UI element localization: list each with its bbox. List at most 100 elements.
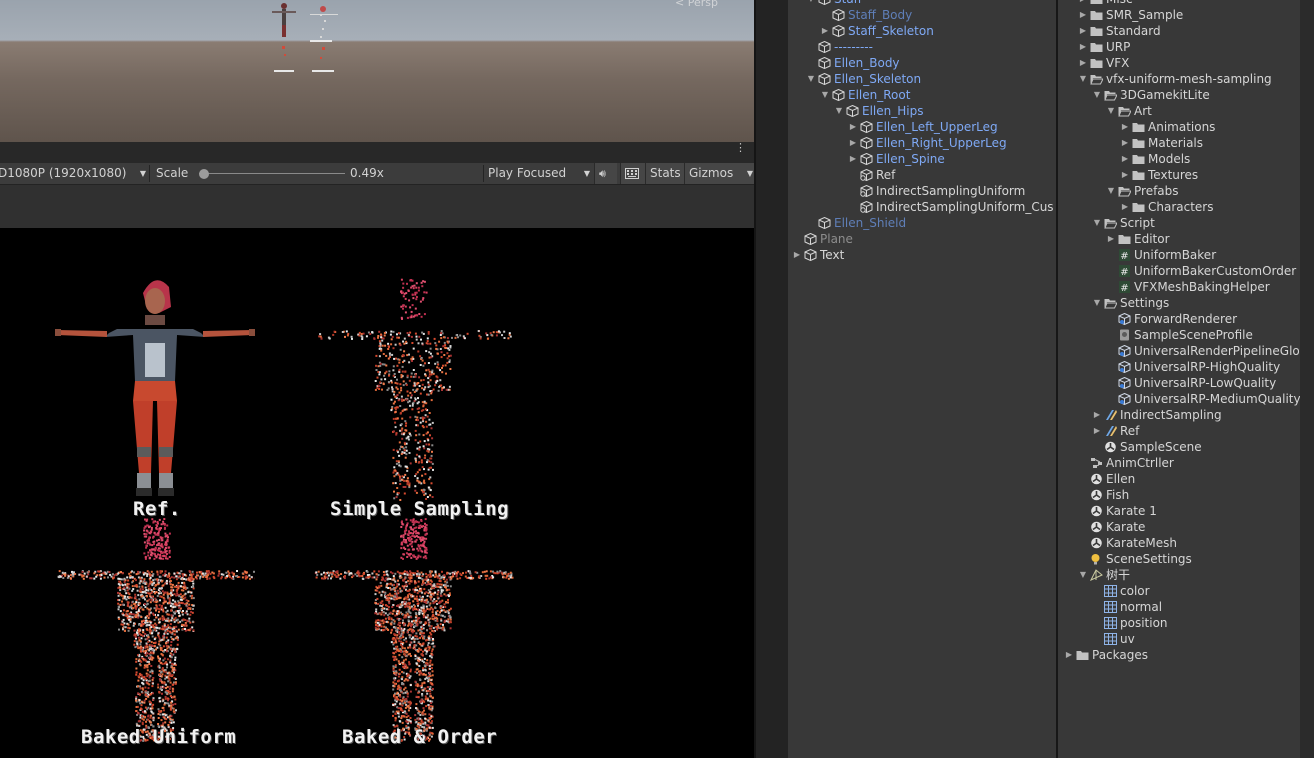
- project-item-row[interactable]: ▶ Characters: [1058, 199, 1300, 215]
- project-item-row[interactable]: ▶ Models: [1058, 151, 1300, 167]
- expand-arrow-right-icon[interactable]: ▶: [1078, 39, 1088, 55]
- project-item-row[interactable]: color: [1058, 583, 1300, 599]
- expand-arrow-right-icon[interactable]: ▶: [1092, 423, 1102, 439]
- project-scrollbar[interactable]: [1300, 0, 1314, 758]
- panel-divider[interactable]: [754, 0, 790, 758]
- project-item-row[interactable]: ▶ SMR_Sample: [1058, 7, 1300, 23]
- expand-arrow-right-icon[interactable]: ▶: [1120, 119, 1130, 135]
- project-item-row[interactable]: ▼ 3DGamekitLite: [1058, 87, 1300, 103]
- hierarchy-item-row[interactable]: Ref: [788, 167, 1056, 183]
- project-item-row[interactable]: ▶ VFX: [1058, 55, 1300, 71]
- project-item-row[interactable]: ▶ Ref: [1058, 423, 1300, 439]
- project-item-row[interactable]: position: [1058, 615, 1300, 631]
- project-item-row[interactable]: Fish: [1058, 487, 1300, 503]
- project-item-row[interactable]: ▼ Settings: [1058, 295, 1300, 311]
- project-item-row[interactable]: ▶ Materials: [1058, 135, 1300, 151]
- hierarchy-item-row[interactable]: ▼ Staff: [788, 0, 1056, 7]
- expand-arrow-down-icon[interactable]: ▼: [834, 103, 844, 119]
- mute-audio-button[interactable]: 🔊︎: [594, 163, 617, 184]
- project-item-row[interactable]: ▶ IndirectSampling: [1058, 407, 1300, 423]
- expand-arrow-down-icon[interactable]: ▼: [1078, 71, 1088, 87]
- gizmos-button[interactable]: Gizmos ▼: [684, 163, 755, 184]
- project-item-row[interactable]: uv: [1058, 631, 1300, 647]
- hierarchy-item-row[interactable]: Ellen_Shield: [788, 215, 1056, 231]
- project-item-row[interactable]: ▶ URP: [1058, 39, 1300, 55]
- project-item-row[interactable]: SampleScene: [1058, 439, 1300, 455]
- hierarchy-item-row[interactable]: IndirectSamplingUniform_Cus: [788, 199, 1056, 215]
- expand-arrow-down-icon[interactable]: ▼: [820, 87, 830, 103]
- hierarchy-item-row[interactable]: ▼ Ellen_Hips: [788, 103, 1056, 119]
- expand-arrow-right-icon[interactable]: ▶: [1120, 151, 1130, 167]
- project-item-row[interactable]: ▶ Textures: [1058, 167, 1300, 183]
- hierarchy-item-row[interactable]: Staff_Body: [788, 7, 1056, 23]
- project-item-row[interactable]: ▼ Script: [1058, 215, 1300, 231]
- expand-arrow-right-icon[interactable]: ▶: [1092, 407, 1102, 423]
- project-item-row[interactable]: ▶ Editor: [1058, 231, 1300, 247]
- project-item-row[interactable]: # UniformBaker: [1058, 247, 1300, 263]
- expand-arrow-down-icon[interactable]: ▼: [1092, 215, 1102, 231]
- project-item-row[interactable]: ▶ Packages: [1058, 647, 1300, 663]
- expand-arrow-right-icon[interactable]: ▶: [1106, 231, 1116, 247]
- expand-arrow-down-icon[interactable]: ▼: [1092, 87, 1102, 103]
- shortcuts-button[interactable]: [620, 163, 645, 184]
- project-item-row[interactable]: ▶ Standard: [1058, 23, 1300, 39]
- hierarchy-item-row[interactable]: ▶ Staff_Skeleton: [788, 23, 1056, 39]
- hierarchy-item-row[interactable]: IndirectSamplingUniform: [788, 183, 1056, 199]
- expand-arrow-right-icon[interactable]: ▶: [848, 119, 858, 135]
- project-item-row[interactable]: ▼ 树干: [1058, 567, 1300, 583]
- hierarchy-item-row[interactable]: ▼ Ellen_Root: [788, 87, 1056, 103]
- project-item-row[interactable]: ▶ Misc: [1058, 0, 1300, 7]
- project-item-row[interactable]: Karate 1: [1058, 503, 1300, 519]
- expand-arrow-right-icon[interactable]: ▶: [1078, 23, 1088, 39]
- hierarchy-item-row[interactable]: ▶ Ellen_Spine: [788, 151, 1056, 167]
- project-item-row[interactable]: UniversalRP-HighQuality: [1058, 359, 1300, 375]
- game-view[interactable]: Ref. Simple Sampling Baked Uniform Baked…: [0, 228, 754, 758]
- project-item-row[interactable]: ForwardRenderer: [1058, 311, 1300, 327]
- resolution-dropdown[interactable]: HD1080P (1920x1080) ▼: [0, 163, 148, 184]
- expand-arrow-down-icon[interactable]: ▼: [806, 71, 816, 87]
- expand-arrow-right-icon[interactable]: ▶: [1120, 199, 1130, 215]
- project-item-row[interactable]: UniversalRP-MediumQuality: [1058, 391, 1300, 407]
- project-item-row[interactable]: Karate: [1058, 519, 1300, 535]
- hierarchy-item-row[interactable]: ---------: [788, 39, 1056, 55]
- project-item-row[interactable]: AnimCtrller: [1058, 455, 1300, 471]
- play-mode-dropdown[interactable]: Play Focused ▼: [484, 163, 592, 184]
- project-item-row[interactable]: # VFXMeshBakingHelper: [1058, 279, 1300, 295]
- expand-arrow-right-icon[interactable]: ▶: [1064, 647, 1074, 663]
- expand-arrow-down-icon[interactable]: ▼: [1078, 567, 1088, 583]
- project-item-row[interactable]: UniversalRP-LowQuality: [1058, 375, 1300, 391]
- expand-arrow-down-icon[interactable]: ▼: [1106, 183, 1116, 199]
- scene-camera-label[interactable]: < Persp: [675, 0, 718, 9]
- expand-arrow-right-icon[interactable]: ▶: [1120, 167, 1130, 183]
- expand-arrow-right-icon[interactable]: ▶: [848, 151, 858, 167]
- hierarchy-item-row[interactable]: Plane: [788, 231, 1056, 247]
- hierarchy-item-row[interactable]: ▶ Ellen_Right_UpperLeg: [788, 135, 1056, 151]
- hierarchy-item-row[interactable]: Ellen_Body: [788, 55, 1056, 71]
- stats-button[interactable]: Stats: [645, 163, 685, 184]
- project-item-row[interactable]: ▼ Prefabs: [1058, 183, 1300, 199]
- expand-arrow-right-icon[interactable]: ▶: [1078, 55, 1088, 71]
- hierarchy-item-row[interactable]: ▼ Ellen_Skeleton: [788, 71, 1056, 87]
- project-item-row[interactable]: UniversalRenderPipelineGlob: [1058, 343, 1300, 359]
- project-item-row[interactable]: SceneSettings: [1058, 551, 1300, 567]
- expand-arrow-down-icon[interactable]: ▼: [1092, 295, 1102, 311]
- project-item-row[interactable]: SampleSceneProfile: [1058, 327, 1300, 343]
- hierarchy-item-row[interactable]: ▶ Ellen_Left_UpperLeg: [788, 119, 1056, 135]
- expand-arrow-down-icon[interactable]: ▼: [1106, 103, 1116, 119]
- expand-arrow-right-icon[interactable]: ▶: [1120, 135, 1130, 151]
- project-item-row[interactable]: ▼ Art: [1058, 103, 1300, 119]
- expand-arrow-right-icon[interactable]: ▶: [1078, 0, 1088, 7]
- expand-arrow-right-icon[interactable]: ▶: [820, 23, 830, 39]
- project-item-row[interactable]: ▼ vfx-uniform-mesh-sampling: [1058, 71, 1300, 87]
- expand-arrow-right-icon[interactable]: ▶: [1078, 7, 1088, 23]
- project-item-row[interactable]: KarateMesh: [1058, 535, 1300, 551]
- project-item-row[interactable]: ▶ Animations: [1058, 119, 1300, 135]
- more-options-icon[interactable]: ⋮: [735, 142, 746, 153]
- project-item-row[interactable]: # UniformBakerCustomOrder: [1058, 263, 1300, 279]
- hierarchy-item-row[interactable]: ▶ Text: [788, 247, 1056, 263]
- expand-arrow-down-icon[interactable]: ▼: [806, 0, 816, 7]
- project-item-row[interactable]: Ellen: [1058, 471, 1300, 487]
- scale-slider[interactable]: [195, 169, 345, 179]
- project-item-row[interactable]: normal: [1058, 599, 1300, 615]
- scene-view[interactable]: < Persp: [0, 0, 754, 142]
